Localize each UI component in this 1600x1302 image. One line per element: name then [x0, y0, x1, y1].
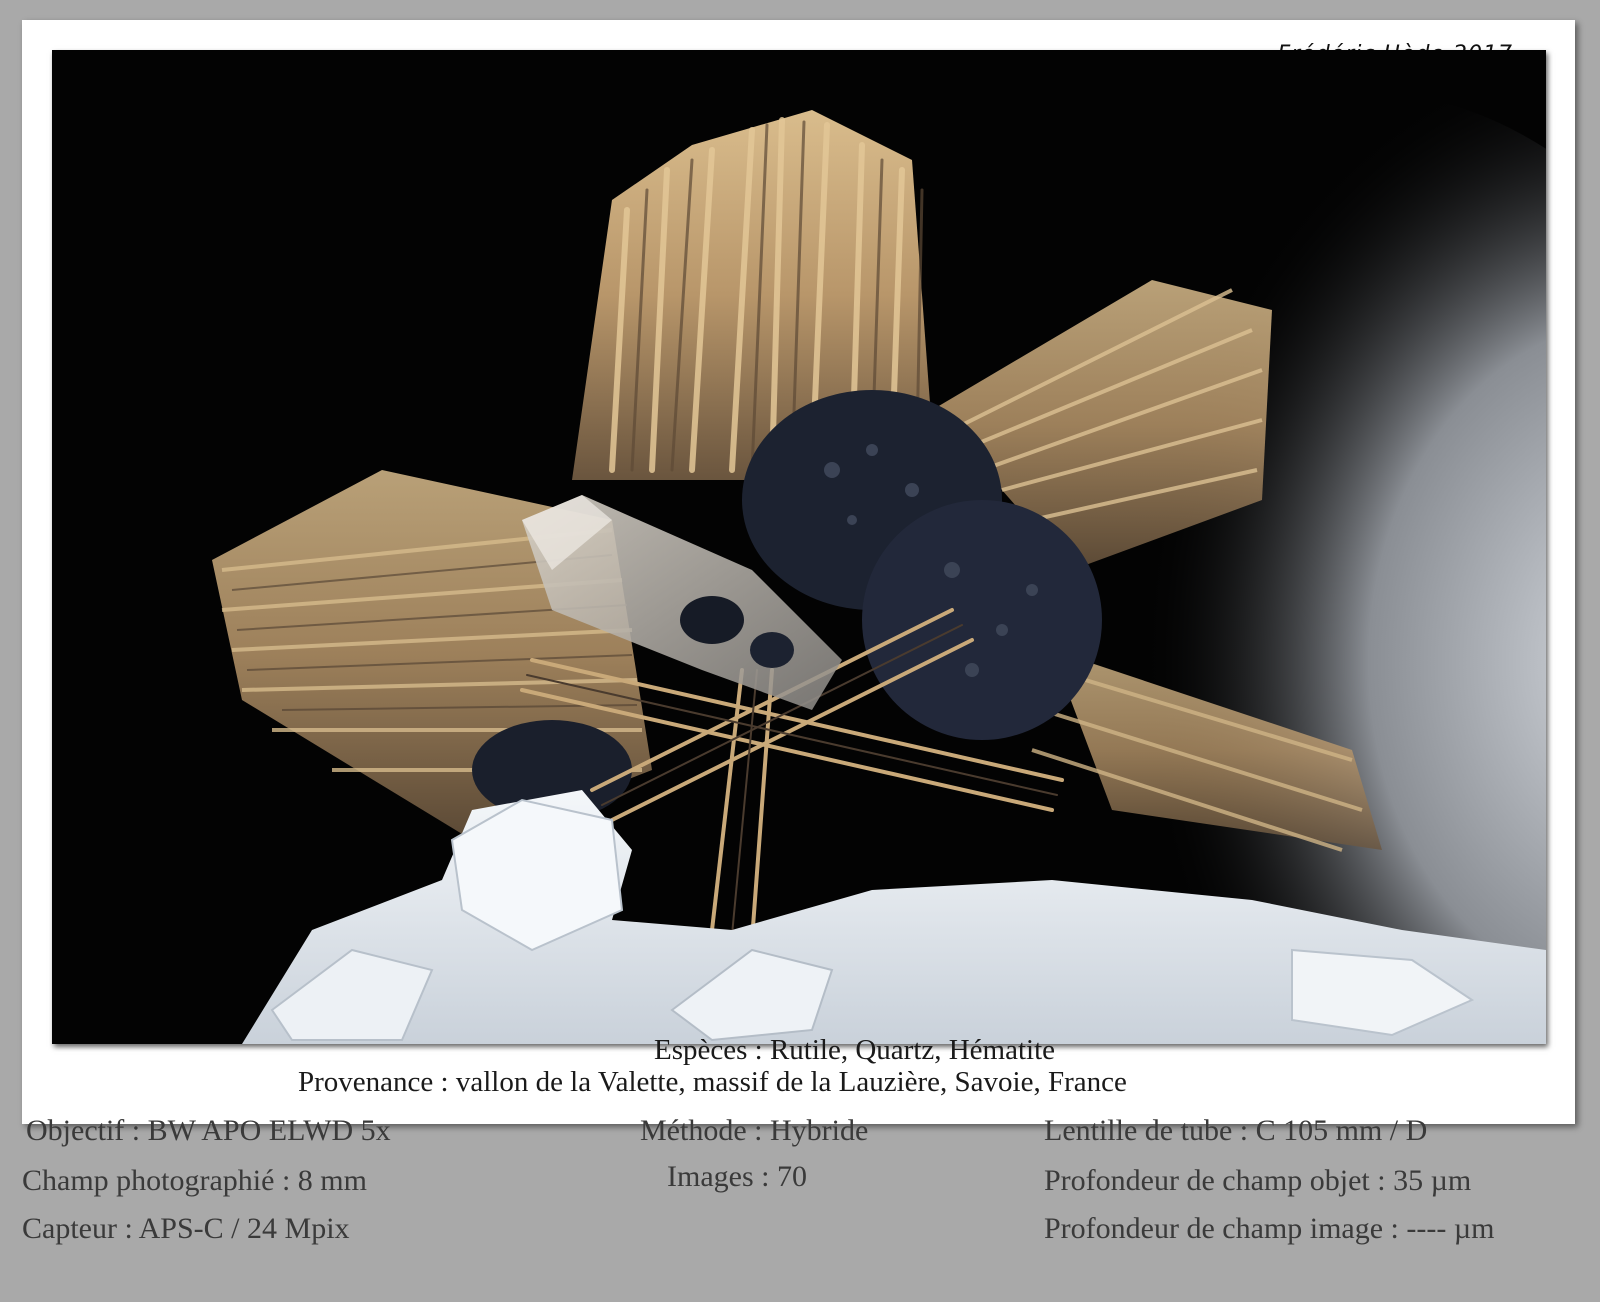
mineral-photo: [52, 50, 1546, 1044]
photo-card: Frédéric Hède 2017: [22, 20, 1575, 1124]
spec-capteur: Capteur : APS-C / 24 Mpix: [22, 1212, 350, 1245]
spec-lentille: Lentille de tube : C 105 mm / D: [1044, 1114, 1428, 1147]
origin-caption: Provenance : vallon de la Valette, massi…: [298, 1066, 1127, 1098]
species-caption: Espèces : Rutile, Quartz, Hématite: [654, 1034, 1056, 1066]
spec-champ: Champ photographié : 8 mm: [22, 1164, 367, 1197]
spec-images: Images : 70: [667, 1160, 807, 1193]
spec-methode: Méthode : Hybride: [640, 1114, 869, 1147]
mineral-illustration: [52, 50, 1546, 1044]
spec-profondeur-objet: Profondeur de champ objet : 35 µm: [1044, 1164, 1472, 1197]
spec-profondeur-image: Profondeur de champ image : ---- µm: [1044, 1212, 1495, 1245]
spec-objectif: Objectif : BW APO ELWD 5x: [26, 1114, 391, 1147]
